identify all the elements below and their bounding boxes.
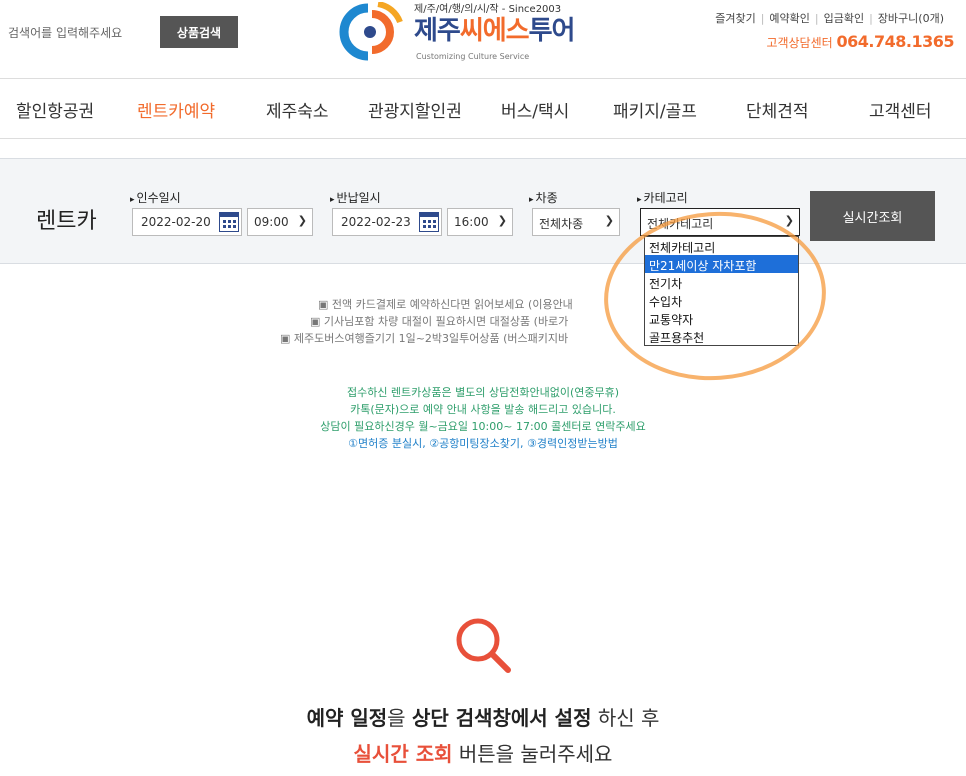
return-label: 반납일시 (330, 189, 381, 206)
realtime-search-button[interactable]: 실시간조회 (810, 191, 935, 241)
chevron-down-icon: ❯ (784, 214, 794, 227)
product-search-button[interactable]: 상품검색 (160, 16, 238, 48)
pickup-time-value: 09:00 (254, 215, 289, 229)
nav-item-tickets[interactable]: 관광지할인권 (368, 97, 462, 122)
category-option[interactable]: 골프용추천 (645, 327, 798, 345)
nav-item-package-golf[interactable]: 패키지/골프 (613, 97, 697, 122)
calendar-icon[interactable] (219, 212, 239, 232)
nav-item-bus-taxi[interactable]: 버스/택시 (501, 97, 569, 122)
rentcar-search-panel: 렌트카 인수일시 2022-02-20 09:00❯ 반납일시 2022-02-… (0, 158, 966, 264)
return-time-value: 16:00 (454, 215, 489, 229)
category-value: 전체카테고리 (647, 217, 714, 231)
return-time-select[interactable]: 16:00 ❯ (447, 208, 513, 236)
info-line: 접수하신 렌트카상품은 별도의 상담전화안내없이(연중무휴) (346, 386, 620, 399)
chevron-down-icon: ❯ (604, 214, 614, 227)
guide-text: 을 (387, 706, 412, 730)
search-input[interactable] (8, 18, 158, 48)
car-type-label: 차종 (529, 189, 558, 206)
util-link-cart[interactable]: 장바구니(0개) (878, 12, 944, 25)
help-links[interactable]: ①면허증 분실시, ②공항미팅장소찾기, ③경력인정받는방법 (0, 435, 966, 452)
guide-emphasis-red: 실시간 조회 (353, 742, 453, 766)
logo-title-part1: 제주 (414, 16, 461, 46)
guide-emphasis: 상단 검색창에서 설정 (411, 706, 592, 730)
guide-text-line1: 예약 일정을 상단 검색창에서 설정 하신 후 (0, 702, 966, 731)
category-label: 카테고리 (637, 189, 688, 206)
notice-link-bus-tour[interactable]: ▣ 제주도버스여행즐기기 1일~2박3일투어상품 (버스패키지바 (280, 330, 568, 347)
guide-text-line2: 실시간 조회 버튼을 눌러주세요 (0, 738, 966, 767)
info-line: 상담이 필요하신경우 월~금요일 10:00~ 17:00 콜센터로 연락주세요 (320, 420, 646, 433)
panel-title: 렌트카 (36, 209, 97, 234)
divider: | (814, 12, 819, 25)
logo-mark-icon (339, 2, 403, 61)
customer-center: 고객상담센터 064.748.1365 (766, 32, 954, 51)
utility-links: 즐겨찾기 | 예약확인 | 입금확인 | 장바구니(0개) (715, 10, 944, 26)
cs-label: 고객상담센터 (766, 36, 833, 50)
nav-item-customer-center[interactable]: 고객센터 (869, 97, 932, 122)
util-link-deposit-check[interactable]: 입금확인 (824, 12, 864, 25)
main-nav: 할인항공권 렌트카예약 제주숙소 관광지할인권 버스/택시 패키지/골프 단체견… (0, 79, 966, 139)
chevron-down-icon: ❯ (297, 214, 307, 227)
header: 상품검색 제/주/여/행/의/시/작 - Since2003 제주씨에스투어 C… (0, 0, 966, 78)
guide-text: 버튼을 눌러주세요 (452, 742, 613, 766)
divider: | (869, 12, 873, 25)
car-type-value: 전체차종 (539, 217, 584, 231)
pickup-time-select[interactable]: 09:00 ❯ (247, 208, 313, 236)
nav-item-flights[interactable]: 할인항공권 (16, 97, 94, 122)
logo-title: 제주씨에스투어 (414, 10, 576, 47)
nav-item-rentcar[interactable]: 렌트카예약 (137, 97, 215, 122)
category-select[interactable]: 전체카테고리 ❯ (640, 208, 800, 236)
divider: | (760, 12, 765, 25)
search-icon (456, 618, 511, 673)
pickup-label: 인수일시 (130, 189, 181, 206)
notice-link-card-payment[interactable]: ▣ 전액 카드결제로 예약하신다면 읽어보세요 (이용안내 (318, 296, 573, 313)
category-option[interactable]: 수입차 (645, 291, 798, 309)
nav-item-lodging[interactable]: 제주숙소 (266, 97, 329, 122)
util-link-favorites[interactable]: 즐겨찾기 (715, 12, 755, 25)
cs-phone: 064.748.1365 (836, 32, 955, 51)
notice-link-charter[interactable]: ▣ 기사님포함 차량 대절이 필요하시면 대절상품 (바로가 (310, 313, 568, 330)
logo-title-part3: 투어 (528, 16, 576, 46)
category-option[interactable]: 전기차 (645, 273, 798, 291)
info-line: 카톡(문자)으로 예약 안내 사항을 발송 해드리고 있습니다. (350, 403, 616, 416)
reservation-info: 접수하신 렌트카상품은 별도의 상담전화안내없이(연중무휴) 카톡(문자)으로 … (0, 384, 966, 452)
category-option[interactable]: 교통약자 (645, 309, 798, 327)
guide-text: 하신 후 (591, 706, 660, 730)
category-option-highlighted[interactable]: 만21세이상 자차포함 (645, 255, 798, 273)
category-option[interactable]: 전체카테고리 (645, 237, 798, 255)
chevron-down-icon: ❯ (497, 214, 507, 227)
guide-emphasis: 예약 일정 (306, 706, 388, 730)
nav-item-group-quote[interactable]: 단체견적 (746, 97, 809, 122)
logo-subtitle: Customizing Culture Service (416, 52, 530, 61)
category-dropdown-list: 전체카테고리 만21세이상 자차포함 전기차 수입차 교통약자 골프용추천 (644, 236, 799, 346)
logo-title-part2: 씨에스 (459, 16, 530, 46)
util-link-reservation-check[interactable]: 예약확인 (769, 12, 809, 25)
calendar-icon[interactable] (419, 212, 439, 232)
logo[interactable]: 제/주/여/행/의/시/작 - Since2003 제주씨에스투어 Custom… (330, 0, 590, 66)
car-type-select[interactable]: 전체차종 ❯ (532, 208, 620, 236)
